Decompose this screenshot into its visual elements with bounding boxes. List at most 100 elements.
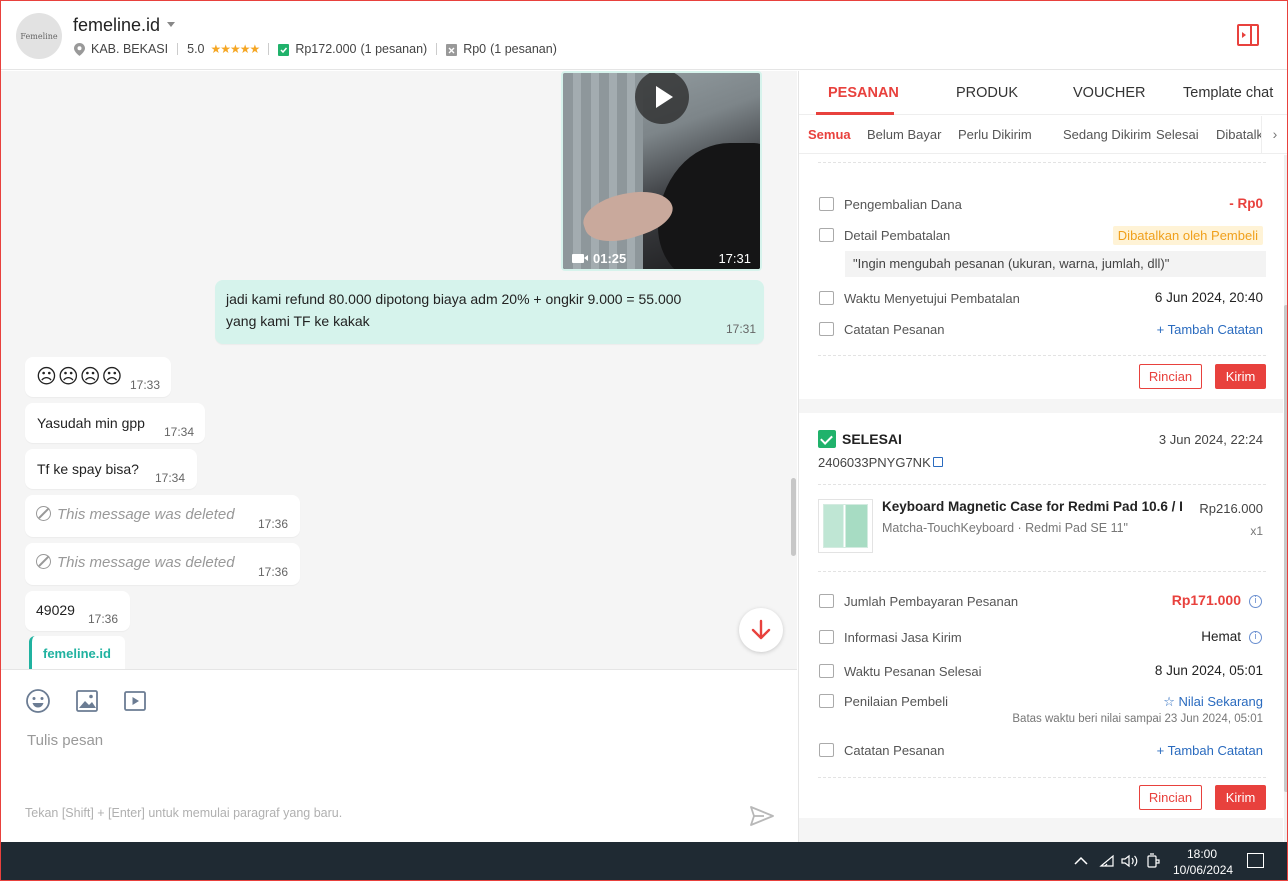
notification-icon[interactable]	[1247, 853, 1264, 868]
divider	[818, 162, 1266, 163]
completed-time-value: 8 Jun 2024, 05:01	[1154, 663, 1263, 678]
message-time: 17:36	[88, 612, 119, 626]
message-time: 17:34	[155, 471, 186, 485]
send-order-button[interactable]: Kirim	[1215, 785, 1266, 810]
subtab-selesai[interactable]: Selesai	[1156, 127, 1199, 142]
divider	[268, 43, 270, 55]
battery-icon[interactable]	[1146, 853, 1160, 869]
panel-tabs: PESANAN PRODUK VOUCHER Template chat	[799, 71, 1287, 115]
refund-label: Pengembalian Dana	[844, 197, 962, 212]
panel-scrollbar[interactable]	[1284, 155, 1287, 842]
image-icon[interactable]	[74, 688, 100, 714]
tab-voucher[interactable]: VOUCHER	[1073, 85, 1146, 101]
clock-date: 10/06/2024	[1173, 863, 1234, 877]
paid-clipboard-icon	[278, 43, 290, 56]
message-text-line2: yang kami TF ke kakak	[226, 313, 370, 329]
rating-deadline: Batas waktu beri nilai sampai 23 Jun 202…	[1012, 713, 1263, 725]
tab-template-chat[interactable]: Template chat	[1183, 85, 1273, 101]
volume-icon[interactable]	[1121, 854, 1139, 868]
divider	[818, 571, 1266, 572]
video-message[interactable]: 01:25 17:31	[561, 71, 762, 271]
play-icon[interactable]	[635, 73, 689, 124]
shipping-label: Informasi Jasa Kirim	[844, 630, 962, 645]
order-card-completed: SELESAI 3 Jun 2024, 22:24 2406033PNYG7NK…	[799, 413, 1283, 818]
subtab-belum-bayar[interactable]: Belum Bayar	[867, 127, 941, 142]
calendar-x-icon	[819, 291, 834, 305]
order-status: SELESAI	[842, 431, 902, 447]
video-thumbnail	[563, 73, 643, 269]
cancel-reason: "Ingin mengubah pesanan (ukuran, warna, …	[845, 251, 1266, 277]
rate-now-link[interactable]: ☆ Nilai Sekarang	[1163, 694, 1263, 710]
video-duration: 01:25	[593, 251, 627, 266]
detail-button[interactable]: Rincian	[1139, 364, 1202, 389]
emoji-icon[interactable]	[25, 688, 51, 714]
message-composer: Tulis pesan Tekan [Shift] + [Enter] untu…	[1, 669, 797, 842]
tab-produk[interactable]: PRODUK	[956, 85, 1018, 101]
shop-card-preview[interactable]: femeline.id	[29, 636, 125, 669]
deleted-message[interactable]: This message was deleted 17:36	[25, 543, 300, 585]
message-bubble[interactable]: 49029 17:36	[25, 591, 130, 631]
message-list[interactable]: 01:25 17:31 jadi kami refund 80.000 dipo…	[1, 71, 797, 669]
send-order-button[interactable]: Kirim	[1215, 364, 1266, 389]
order-list[interactable]: Pengembalian Dana - Rp0 Detail Pembatala…	[799, 155, 1283, 842]
add-note-link[interactable]: + Tambah Catatan	[1157, 322, 1263, 337]
caret-down-icon[interactable]	[167, 22, 175, 27]
message-text: This message was deleted	[57, 506, 235, 523]
chat-header: Femeline femeline.id KAB. BEKASI 5.0 ★★★…	[1, 1, 1287, 70]
chevron-up-icon[interactable]	[1074, 856, 1088, 866]
divider	[436, 43, 438, 55]
shop-avatar[interactable]: Femeline	[16, 13, 62, 59]
message-input[interactable]: Tulis pesan	[27, 732, 103, 749]
message-bubble[interactable]: Yasudah min gpp 17:34	[25, 403, 205, 443]
message-time: 17:33	[130, 378, 161, 392]
send-icon[interactable]	[749, 805, 775, 827]
composer-hint: Tekan [Shift] + [Enter] untuk memulai pa…	[25, 806, 343, 820]
note-icon	[819, 322, 834, 336]
order-date: 3 Jun 2024, 22:24	[1158, 432, 1263, 447]
status-check-icon	[818, 430, 836, 448]
order-filter-tabs: Semua Belum Bayar Perlu Dikirim Sedang D…	[799, 116, 1287, 154]
payment-label: Jumlah Pembayaran Pesanan	[844, 594, 1019, 609]
message-bubble-outgoing[interactable]: jadi kami refund 80.000 dipotong biaya a…	[215, 280, 764, 344]
approve-time-label: Waktu Menyetujui Pembatalan	[844, 291, 1020, 306]
rating-stars: ★★★★★	[210, 42, 261, 56]
message-bubble[interactable]: Tf ke spay bisa? 17:34	[25, 449, 197, 489]
wifi-icon[interactable]	[1099, 854, 1115, 868]
shop-meta: KAB. BEKASI 5.0 ★★★★★ Rp172.000 (1 pesan…	[74, 41, 557, 57]
payment-value: Rp171.000	[1171, 592, 1241, 608]
detail-button[interactable]: Rincian	[1139, 785, 1202, 810]
scroll-to-bottom-button[interactable]	[739, 608, 783, 652]
copy-icon[interactable]	[933, 457, 943, 467]
emoji-text: ☹☹☹☹	[36, 364, 124, 388]
quote-shop-name: femeline.id	[43, 646, 111, 661]
toggle-panel-icon[interactable]	[1237, 24, 1259, 46]
product-name[interactable]: Keyboard Magnetic Case for Redmi Pad 10.…	[882, 499, 1182, 514]
deleted-message[interactable]: This message was deleted 17:36	[25, 495, 300, 537]
deleted-icon	[36, 506, 51, 521]
add-note-link[interactable]: + Tambah Catatan	[1157, 743, 1263, 758]
system-clock[interactable]: 18:00 10/06/2024	[1173, 846, 1234, 878]
info-icon[interactable]: i	[1249, 595, 1262, 608]
subtab-sedang-dikirim[interactable]: Sedang Dikirim	[1063, 127, 1151, 142]
status-badge: Dibatalkan oleh Pembeli	[1112, 226, 1263, 245]
info-icon[interactable]: i	[1249, 631, 1262, 644]
chat-scrollbar[interactable]	[791, 478, 796, 556]
shop-location: KAB. BEKASI	[91, 42, 169, 56]
subtab-perlu-dikirim[interactable]: Perlu Dikirim	[958, 127, 1032, 142]
order-id: 2406033PNYG7NK	[818, 455, 931, 470]
divider	[818, 777, 1266, 778]
rating-icon	[819, 694, 834, 708]
avatar-logo-text: Femeline	[20, 31, 58, 41]
chevron-right-icon[interactable]: ›	[1261, 116, 1287, 153]
taskbar: 18:00 10/06/2024	[1, 842, 1287, 880]
video-time: 17:31	[718, 251, 751, 266]
cancel-detail-icon	[819, 228, 834, 242]
subtab-semua[interactable]: Semua	[808, 127, 851, 142]
refund-icon	[819, 197, 834, 211]
shop-name[interactable]: femeline.id	[73, 15, 160, 36]
video-icon[interactable]	[122, 688, 148, 714]
product-price: Rp216.000	[1199, 501, 1263, 516]
tab-pesanan[interactable]: PESANAN	[828, 85, 899, 101]
product-thumbnail[interactable]	[818, 499, 873, 553]
message-bubble[interactable]: ☹☹☹☹ 17:33	[25, 357, 171, 397]
